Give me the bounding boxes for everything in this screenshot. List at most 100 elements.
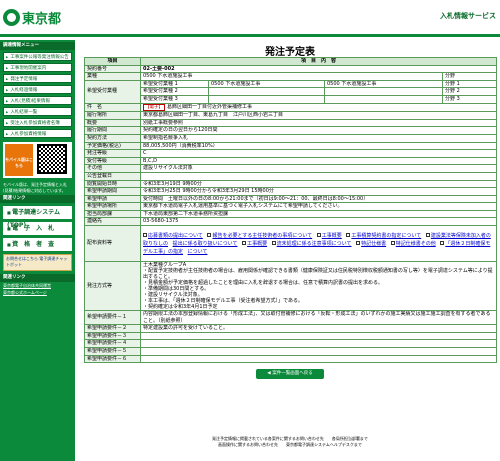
row-label: 予定価格(税込)	[84, 141, 141, 151]
attachment-link[interactable]: 報告を必要とする主任技術者の事項について	[212, 233, 312, 239]
row-label: 希望申請期間	[84, 187, 141, 196]
table-row: 履行場所 東京都葛飾区細田一丁目、東葛九丁目 江戸川区西小岩三丁目	[84, 111, 498, 120]
table-row: 希望受付業種 希望受付業種 1 0500 下水道施設工事 0500 下水道施設工…	[84, 79, 498, 104]
mobile-badge[interactable]: モバイル版はこちら	[5, 144, 33, 176]
table-row: 希望申請期間 令和3年3月25日 9時00分から令和3年3月29日 15時00分	[84, 187, 498, 196]
condition-2-value: 特定建設業の許可を受けていること。	[139, 324, 498, 333]
attachment-link[interactable]: 工事概要	[247, 241, 267, 247]
contract-number: 02-土要-002	[139, 64, 498, 74]
desired-1-label: 希望受付業種 1	[140, 79, 209, 89]
row-label: 閲覧開始日時	[84, 179, 141, 189]
row-label: 概要	[84, 118, 141, 128]
row-label: 希望申請要件－４	[84, 339, 141, 349]
table-row: 希望受付業種 2 分野 2	[85, 87, 498, 96]
back-to-list-button[interactable]: ◀ 案件一覧画面へ戻る	[256, 369, 324, 380]
other-value: 建設リサイクル法対象	[139, 164, 498, 173]
table-header-row: 項目 項 目 内 容	[84, 57, 498, 66]
file-icon	[207, 233, 212, 238]
tokyo-logo[interactable]: 東京都	[3, 6, 61, 28]
row-label: その他	[84, 164, 141, 173]
field-3: 分野 3	[441, 94, 498, 104]
logo-text: 東京都	[22, 11, 62, 27]
desired-3-label: 希望受付業種 3	[140, 94, 209, 104]
row-label: 希望申請要件－１	[84, 310, 141, 326]
file-icon	[316, 233, 321, 238]
accepted-rank-value: B,C,D	[139, 156, 498, 166]
row-label: 契約番号	[84, 64, 141, 74]
table-row: 希望受付業種 3 分野 3	[85, 94, 498, 104]
attachment-link[interactable]: 工事概要	[322, 233, 342, 239]
mobile-description: モバイル版は、発注予定情報と入札(見積)結果情報に対応しています。	[3, 182, 67, 193]
sidebar-item-qualification[interactable]: 入札参加資格情報	[3, 129, 72, 138]
table-row: 公告登載日	[84, 171, 498, 181]
link-e-government[interactable]: 東京都電子自治体共同運営	[0, 282, 75, 289]
attachment-link[interactable]: 流末処理に係る注意事項について	[277, 241, 352, 247]
desired-3-a	[208, 94, 325, 104]
row-label: 希望申請要件－３	[84, 331, 141, 341]
apply-method-value: 受付時間 土曜日以外の日の8:00から21:00まで（初日は9:00〜21：00…	[139, 194, 498, 204]
sidebar-item-progress[interactable]: 入札経過情報	[3, 85, 72, 94]
row-label: 業種	[84, 72, 141, 81]
desired-2-b	[324, 87, 443, 96]
attachment-link[interactable]: 特記仕様書	[361, 241, 386, 247]
desired-1-b: 0500 下水道施設工事	[324, 79, 443, 89]
file-icon	[143, 233, 147, 238]
place-value: 東京都葛飾区細田一丁目、東葛九丁目 江戸川区西小岩三丁目	[139, 111, 498, 120]
row-label: 希望申請要件－２	[84, 324, 141, 333]
method-value: 希望制指名競争入札	[139, 133, 498, 143]
file-icon	[356, 241, 361, 246]
period-value: 契約確定の日の翌日から120日間	[139, 126, 498, 135]
condition-5-value	[139, 347, 498, 356]
rank-value: C	[139, 149, 498, 158]
row-label: 連絡先	[84, 217, 141, 227]
table-row: 希望申請要件－６	[84, 354, 498, 364]
table-row: 予定価格(税込) 88,005,500円（消費税率10%）	[84, 141, 498, 151]
row-label: 履行期間	[84, 126, 141, 135]
e-procurement-top-button[interactable]: 電子調達システム(TOP)	[3, 206, 72, 229]
table-row: 契約方法 希望制指名競争入札	[84, 133, 498, 143]
table-row: 希望申請要件－１ 内容期限工法の本部登録情報における「形成工法」、又は取付管補修に…	[84, 310, 498, 326]
table-row: 業種 0500 下水道施設工事 分野	[84, 72, 498, 81]
main-content: 発注予定表 項目 項 目 内 容 契約番号 02-土要-002 業種 0500 …	[84, 40, 498, 380]
row-label: 希望受付業種	[84, 79, 141, 104]
table-row: 閲覧開始日時 令和3年3月19日 9時00分	[84, 179, 498, 189]
row-label: 希望申請要件－５	[84, 347, 141, 356]
qualification-button[interactable]: 資 格 者 査	[3, 238, 72, 251]
requirement-line: ・契約確定は令和3年4月1日予定	[143, 304, 218, 311]
requirement-line: ・配置予定技術者が主任技術者の場合は、雇用関係が確認できる書類（健康保険証又は住…	[143, 268, 493, 281]
sidebar-section-procurement: 調達情報メニュー	[0, 42, 75, 50]
table-row: 件 名 【電子】 葛飾区細田一丁目付近外管渠補修工事	[84, 102, 498, 113]
site-header: 東京都 入札情報サービス	[0, 0, 500, 37]
table-row: 希望申請要件－２ 特定建設業の許可を受けていること。	[84, 324, 498, 333]
page-title: 発注予定表	[265, 47, 315, 58]
row-label: 希望申請要件－６	[84, 354, 141, 364]
attachment-link[interactable]: 特記仕様書その他	[396, 241, 436, 247]
file-icon	[440, 241, 445, 246]
project-name: 【電子】 葛飾区細田一丁目付近外管渠補修工事	[139, 102, 498, 113]
mobile-promo[interactable]: モバイル版はこちら	[3, 142, 72, 178]
e-bidding-button[interactable]: 電 子 入 札	[3, 222, 72, 235]
row-label: 希望申請場所	[84, 202, 141, 211]
sidebar-item-notice[interactable]: 工事案件公報等発注情報公告	[3, 52, 72, 61]
chatbot-banner[interactable]: お問合せはこちら 電子調達チャットボット	[3, 254, 72, 271]
department-value: 下水道局東部第二下水道事務所资担課	[139, 209, 498, 219]
sidebar-item-plan[interactable]: 発注予定情報	[3, 74, 72, 83]
sidebar-item-registry[interactable]: 受注入札参加資格者名簿	[3, 118, 72, 127]
industry-value: 0500 下水道施設工事	[140, 72, 443, 81]
sidebar-item-results-list[interactable]: 入札結果一覧	[3, 107, 72, 116]
row-label: 履行場所	[84, 111, 141, 120]
attachment-link[interactable]: 応募書類の提出について	[148, 233, 203, 239]
sidebar-item-results[interactable]: 入札(見積)結果情報	[3, 96, 72, 105]
attachment-link[interactable]: 提出に係る取り扱いについて	[173, 241, 238, 247]
desired-2-a	[208, 87, 325, 96]
row-label: 受付等級	[84, 156, 141, 166]
file-icon	[425, 233, 430, 238]
notice-date-value	[139, 171, 498, 181]
apply-period-value: 令和3年3月25日 9時00分から令和3年3月29日 15時00分	[139, 187, 498, 196]
sidebar-item-site-tour[interactable]: 工事現地開催案内	[3, 63, 72, 72]
attachment-link[interactable]: 工事積算契約書の指定について	[351, 233, 421, 239]
link-tokyo-official[interactable]: 東京都公式ホームページ	[0, 289, 75, 296]
attachment-link[interactable]: について	[188, 249, 208, 255]
row-label: 担当局部課	[84, 209, 141, 219]
desired-2-label: 希望受付業種 2	[140, 87, 209, 96]
